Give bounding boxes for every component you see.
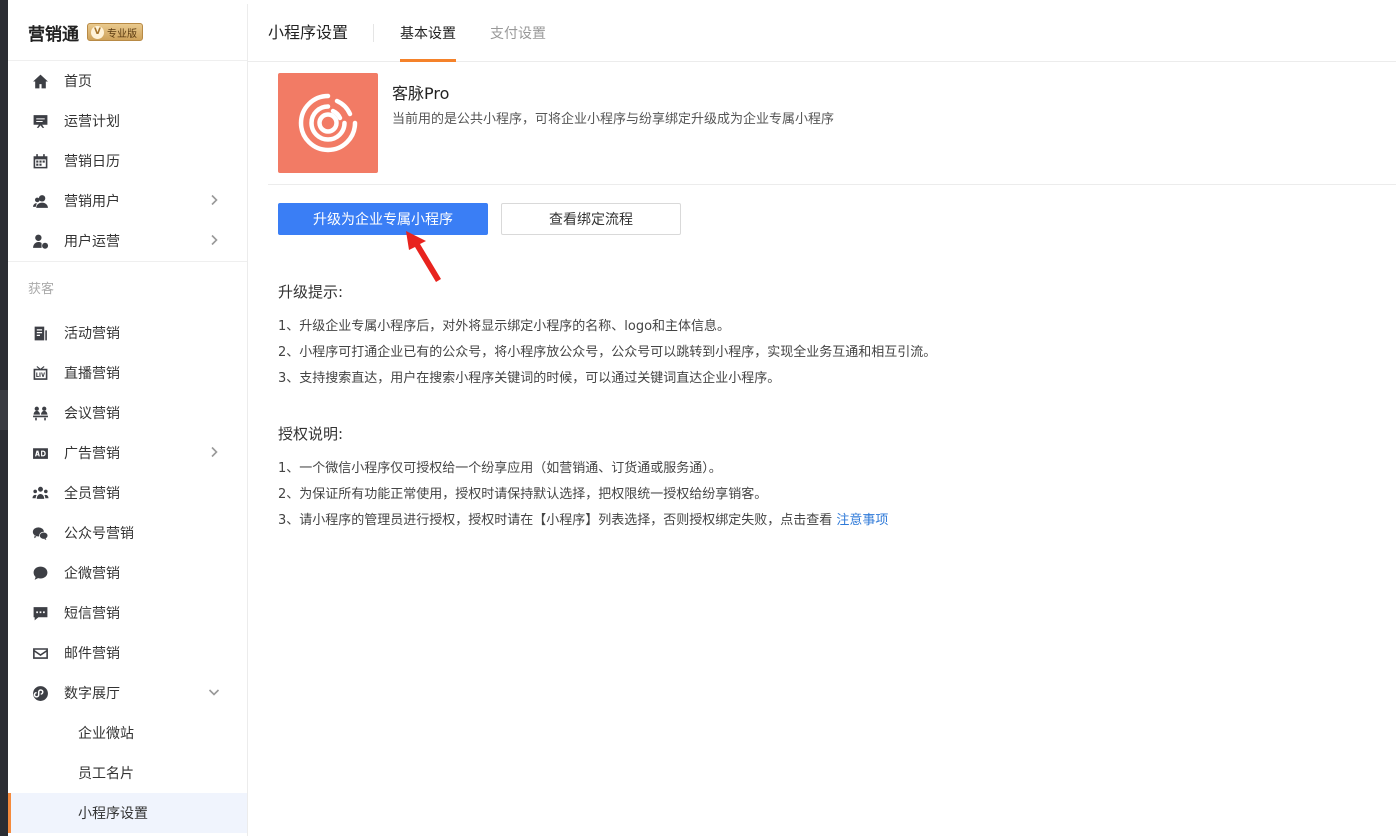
app-description: 当前用的是公共小程序，可将企业小程序与纷享绑定升级成为企业专属小程序 [392, 112, 835, 127]
document-icon [31, 324, 49, 342]
showroom-icon [31, 684, 49, 702]
auth-notes-title: 授权说明: [278, 425, 344, 443]
vip-icon: V [91, 25, 104, 39]
sidebar-item-label: 活动营销 [64, 326, 120, 342]
auth-note-line: 1、一个微信小程序仅可授权给一个纷享应用（如营销通、订货通或服务通）。 [278, 461, 722, 476]
main-content: 客脉Pro 当前用的是公共小程序，可将企业小程序与纷享绑定升级成为企业专属小程序… [248, 62, 1396, 836]
mail-icon [31, 644, 49, 662]
sidebar-item-live-marketing[interactable]: 直播营销 [8, 353, 247, 393]
sidebar-item-digital-showroom[interactable]: 数字展厅 [8, 673, 247, 713]
chevron-right-icon [207, 445, 221, 459]
sidebar-item-label: 数字展厅 [64, 686, 120, 702]
sidebar-item-email-marketing[interactable]: 邮件营销 [8, 633, 247, 673]
chevron-right-icon [207, 233, 221, 247]
sidebar-group-main: 首页 运营计划 营销日历 营销用户 用户运营 [8, 61, 247, 261]
upgrade-tip-line: 3、支持搜索直达，用户在搜索小程序关键词的时候，可以通过关键词直达企业小程序。 [278, 371, 781, 386]
sidebar-item-label: 企微营销 [64, 566, 120, 582]
user-gear-icon [31, 232, 49, 250]
sidebar-subitem-employee-card[interactable]: 员工名片 [8, 753, 247, 793]
sidebar-item-label: 用户运营 [64, 234, 120, 250]
wechat-icon [31, 524, 49, 542]
live-icon [31, 364, 49, 382]
sidebar-item-user-operation[interactable]: 用户运营 [8, 221, 247, 261]
sidebar-item-label: 短信营销 [64, 606, 120, 622]
sidebar-item-label: 直播营销 [64, 366, 120, 382]
sidebar-item-official-account-marketing[interactable]: 公众号营销 [8, 513, 247, 553]
section-label-acquisition: 获客 [28, 282, 55, 297]
presentation-icon [31, 112, 49, 130]
sidebar-item-wecom-marketing[interactable]: 企微营销 [8, 553, 247, 593]
section-divider [268, 184, 1396, 185]
sidebar-item-label: 全员营销 [64, 486, 120, 502]
sidebar-item-meeting-marketing[interactable]: 会议营销 [8, 393, 247, 433]
tab-payment-settings[interactable]: 支付设置 [490, 4, 546, 62]
red-arrow-annotation-icon [406, 231, 441, 282]
top-header: 小程序设置 基本设置 支付设置 [248, 4, 1396, 62]
edition-badge-text: 专业版 [107, 28, 137, 40]
page-title: 小程序设置 [248, 23, 375, 42]
brand-header: 营销通 V 专业版 [8, 4, 247, 61]
sidebar-item-home[interactable]: 首页 [8, 61, 247, 101]
team-icon [31, 484, 49, 502]
sidebar-item-sms-marketing[interactable]: 短信营销 [8, 593, 247, 633]
sidebar-submenu-digital-showroom: 企业微站 员工名片 小程序设置 [8, 713, 247, 833]
left-dark-strip [0, 0, 8, 836]
sidebar: 营销通 V 专业版 首页 运营计划 营销日历 营销用户 用户运营 获客 活动营销… [8, 4, 248, 836]
app-logo [278, 73, 378, 173]
sidebar-item-label: 运营计划 [64, 114, 120, 130]
sidebar-item-label: 邮件营销 [64, 646, 120, 662]
chat-icon [31, 564, 49, 582]
meeting-icon [31, 404, 49, 422]
tab-basic-settings[interactable]: 基本设置 [400, 4, 457, 62]
auth-note-text: 3、请小程序的管理员进行授权，授权时请在【小程序】列表选择，否则授权绑定失败，点… [278, 513, 833, 528]
sidebar-item-all-staff-marketing[interactable]: 全员营销 [8, 473, 247, 513]
brand-name: 营销通 [28, 24, 79, 45]
calendar-icon [31, 152, 49, 170]
upgrade-tip-line: 2、小程序可打通企业已有的公众号，将小程序放公众号，公众号可以跳转到小程序，实现… [278, 345, 937, 360]
sidebar-group-acquisition: 活动营销 直播营销 会议营销 广告营销 全员营销 公众号营销 企微营销 短信营销… [8, 313, 247, 713]
sidebar-item-label: 营销用户 [64, 194, 120, 210]
app-name: 客脉Pro [392, 84, 450, 103]
edition-badge: V 专业版 [87, 23, 143, 41]
home-icon [31, 72, 49, 90]
sidebar-item-marketing-calendar[interactable]: 营销日历 [8, 141, 247, 181]
auth-note-line: 2、为保证所有功能正常使用，授权时请保持默认选择，把权限统一授权给纷享销客。 [278, 487, 768, 502]
ad-icon [31, 444, 49, 462]
sidebar-item-operation-plan[interactable]: 运营计划 [8, 101, 247, 141]
sidebar-item-label: 会议营销 [64, 406, 120, 422]
chevron-down-icon [207, 685, 221, 699]
sidebar-item-marketing-users[interactable]: 营销用户 [8, 181, 247, 221]
target-logo-icon [298, 93, 358, 153]
sidebar-subitem-miniprogram-settings[interactable]: 小程序设置 [8, 793, 247, 833]
upgrade-tip-line: 1、升级企业专属小程序后，对外将显示绑定小程序的名称、logo和主体信息。 [278, 319, 731, 334]
sidebar-item-label: 公众号营销 [64, 526, 134, 542]
view-binding-flow-button[interactable]: 查看绑定流程 [501, 203, 681, 235]
sidebar-item-label: 首页 [64, 74, 92, 90]
users-icon [31, 192, 49, 210]
sidebar-subitem-enterprise-microsite[interactable]: 企业微站 [8, 713, 247, 753]
sidebar-item-label: 广告营销 [64, 446, 120, 462]
sidebar-item-label: 营销日历 [64, 154, 120, 170]
sidebar-item-activity-marketing[interactable]: 活动营销 [8, 313, 247, 353]
chevron-right-icon [207, 193, 221, 207]
auth-note-line-3: 3、请小程序的管理员进行授权，授权时请在【小程序】列表选择，否则授权绑定失败，点… [278, 509, 888, 528]
notes-link[interactable]: 注意事项 [836, 513, 888, 528]
sidebar-item-ad-marketing[interactable]: 广告营销 [8, 433, 247, 473]
upgrade-tips-title: 升级提示: [278, 283, 344, 301]
sms-icon [31, 604, 49, 622]
upgrade-miniprogram-button[interactable]: 升级为企业专属小程序 [278, 203, 488, 235]
